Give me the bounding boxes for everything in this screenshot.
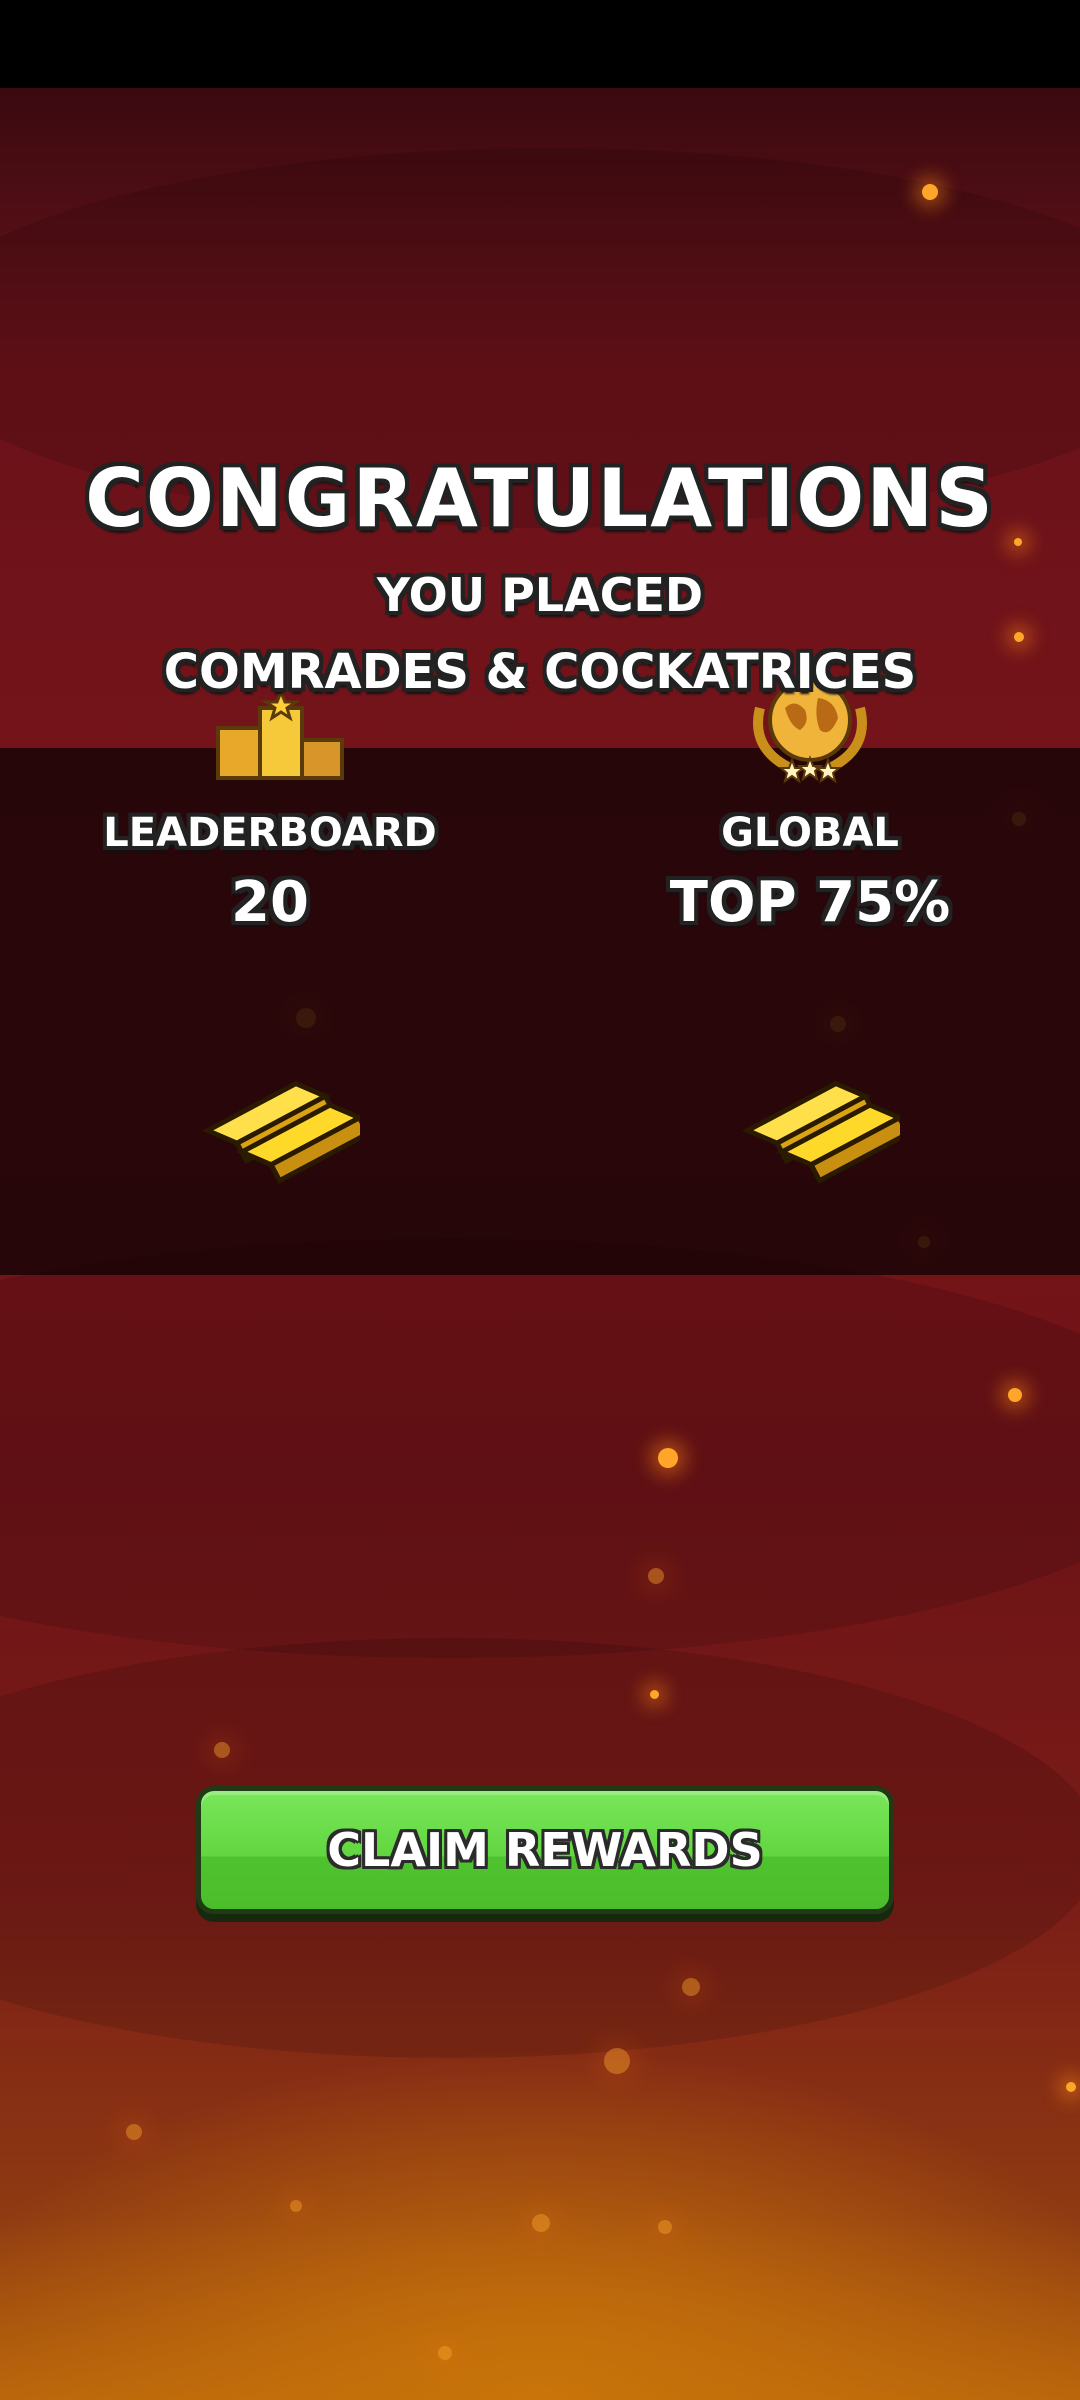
ember-particle [650, 1690, 659, 1699]
gold-bars-icon [720, 1040, 912, 1200]
ember-particle [290, 2200, 302, 2212]
ember-particle [438, 2346, 452, 2360]
gold-bars-icon [180, 1040, 372, 1200]
leaderboard-label: LEADERBOARD [103, 810, 437, 856]
ember-particle [648, 1568, 664, 1584]
reward-screen: CONGRATULATIONS YOU PLACED COMRADES & CO… [0, 0, 1080, 2400]
ember-particle [658, 1448, 678, 1468]
ember-particle [214, 1742, 230, 1758]
ember-particle [604, 2048, 630, 2074]
leaderboard-rank-value: 20 [231, 870, 309, 935]
event-name: COMRADES & COCKATRICES [163, 644, 917, 700]
background-wave [0, 1238, 1080, 1658]
ember-particle [658, 2220, 672, 2234]
page-title: CONGRATULATIONS [85, 452, 995, 545]
leaderboard-podium-icon [210, 687, 350, 788]
global-label: GLOBAL [721, 810, 899, 856]
ember-particle [126, 2124, 142, 2140]
ember-particle [1014, 632, 1024, 642]
placed-subtitle: YOU PLACED [376, 568, 704, 622]
status-bar [0, 0, 1080, 88]
ember-particle [922, 184, 938, 200]
ember-particle [682, 1978, 700, 1996]
ember-particle [1066, 2082, 1076, 2092]
ember-particle [1008, 1388, 1022, 1402]
global-rank-value: TOP 75% [669, 870, 951, 935]
claim-rewards-button[interactable]: CLAIM REWARDS [196, 1786, 894, 1914]
claim-rewards-label: CLAIM REWARDS [327, 1823, 763, 1877]
ember-particle [532, 2214, 550, 2232]
